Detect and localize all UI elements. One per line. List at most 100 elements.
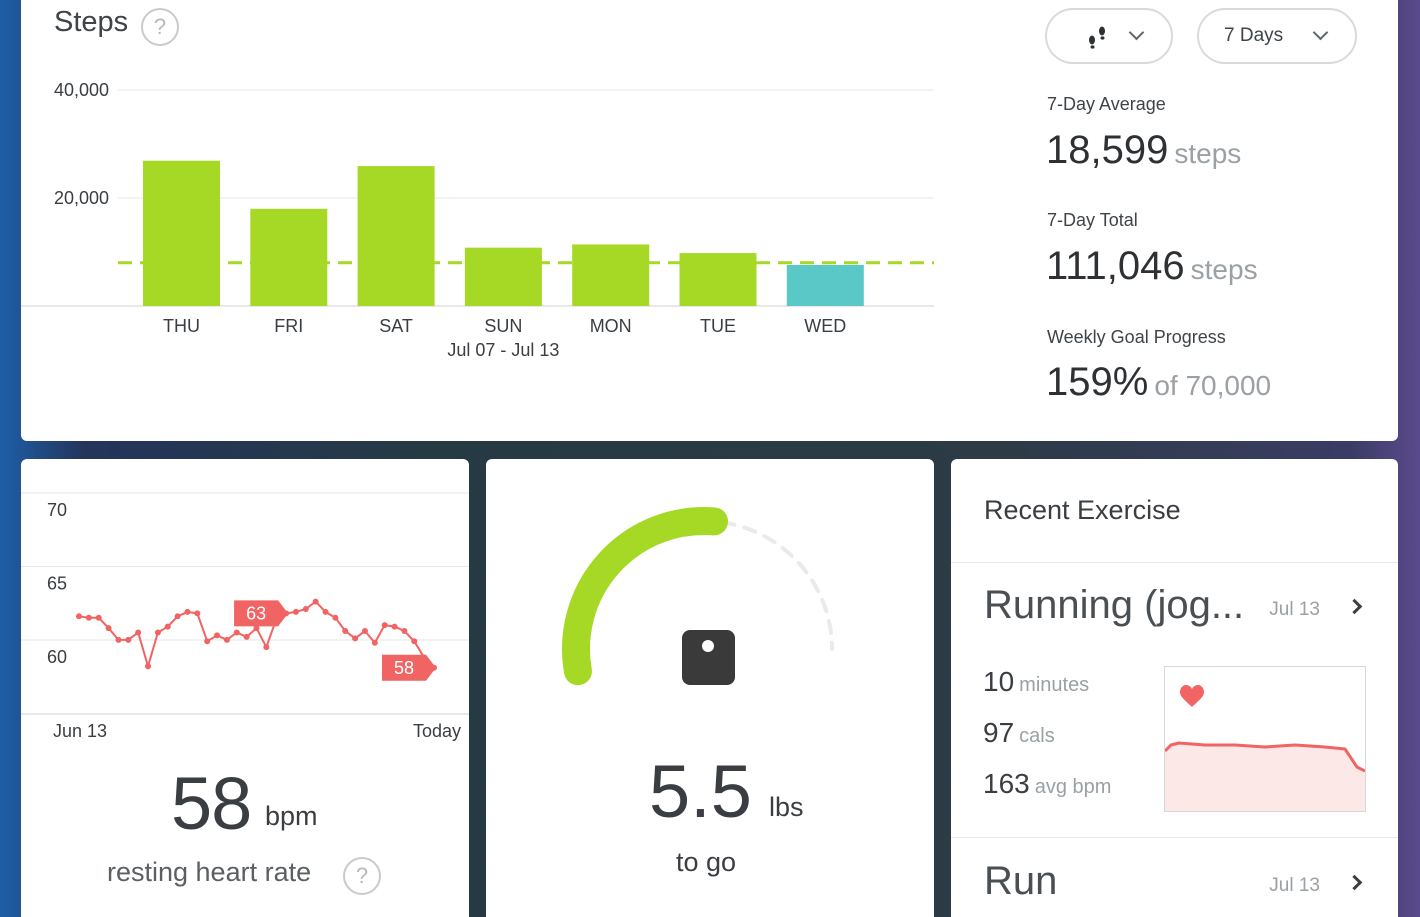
mini-chart-svg <box>1163 685 1366 811</box>
resting-heart-rate-card[interactable]: 70 65 60 63 58 Jun 13 Today 58 bpm resting hea… <box>21 459 469 917</box>
heart-rate-point <box>342 628 349 635</box>
heart-rate-point <box>154 629 161 636</box>
x-tick-label: SUN <box>484 316 522 336</box>
heart-rate-point <box>164 623 171 630</box>
average-number: 18,599 <box>1046 128 1169 172</box>
heart-rate-point <box>76 613 82 620</box>
recent-exercise-card: Recent Exercise Running (jog... Jul 13 1… <box>951 459 1398 917</box>
bar-thu <box>143 160 220 306</box>
goal-progress-label: Weekly Goal Progress <box>1047 327 1226 347</box>
average-unit: steps <box>1174 138 1242 169</box>
goal-progress-unit: of 70,000 <box>1154 370 1272 401</box>
avg-bpm-value: 163 <box>983 768 1030 799</box>
help-icon[interactable]: ? <box>141 8 179 46</box>
exercise-calories: 97 cals <box>983 717 1055 749</box>
goal-progress-value: 159% of 70,000 <box>1046 360 1271 405</box>
heart-rate-point <box>381 622 388 629</box>
callout-label: 58 <box>394 658 414 678</box>
heart-rate-point <box>194 610 201 617</box>
heart-rate-label: resting heart rate <box>107 857 312 887</box>
callout-label: 63 <box>246 603 266 623</box>
chevron-down-icon <box>1312 24 1329 41</box>
exercise-heart-rate-chart[interactable] <box>1163 666 1366 812</box>
total-number: 111,046 <box>1046 244 1185 288</box>
y-tick-label: 65 <box>47 574 67 594</box>
steps-title: Steps <box>54 6 129 38</box>
goal-progress-number: 159% <box>1046 360 1149 404</box>
heart-rate-point <box>361 628 368 635</box>
date-range-label: 7 Days <box>1224 25 1284 46</box>
x-tick-label: WED <box>804 316 846 336</box>
x-tick-label: SAT <box>379 316 413 336</box>
heart-rate-point <box>135 629 142 636</box>
weight-to-go-value: 5.5 <box>649 750 752 833</box>
y-tick-label: 60 <box>47 647 67 667</box>
heart-rate-point <box>223 636 230 643</box>
divider <box>951 562 1398 563</box>
duration-unit: minutes <box>1019 674 1090 696</box>
x-tick-label: TUE <box>700 316 736 336</box>
x-tick-label: FRI <box>274 316 303 336</box>
heart-rate-point <box>312 598 319 605</box>
bar-sat <box>357 166 435 306</box>
weight-unit: lbs <box>769 792 804 822</box>
total-unit: steps <box>1190 254 1258 285</box>
calories-value: 97 <box>983 717 1015 748</box>
heart-rate-point <box>391 623 398 630</box>
date-range-label: Jul 07 - Jul 13 <box>447 340 559 360</box>
duration-value: 10 <box>983 666 1015 697</box>
heart-rate-point <box>105 625 112 632</box>
chevron-right-icon[interactable] <box>1346 874 1363 891</box>
x-tick-label: Today <box>413 721 461 741</box>
heart-rate-point <box>95 614 102 621</box>
scale-icon <box>682 630 735 685</box>
heart-rate-point <box>302 605 309 612</box>
bar-mon <box>572 244 650 306</box>
divider <box>951 837 1398 838</box>
x-tick-label: THU <box>163 316 200 336</box>
heart-rate-point <box>332 614 339 621</box>
average-label: 7-Day Average <box>1047 94 1166 114</box>
heart-rate-point <box>352 635 359 642</box>
y-tick-label: 20,000 <box>54 188 109 208</box>
x-tick-label: Jun 13 <box>53 721 107 741</box>
heart-rate-point <box>85 614 92 621</box>
heart-rate-unit: bpm <box>265 801 318 831</box>
heart-rate-point <box>263 644 270 651</box>
exercise-duration: 10 minutes <box>983 666 1089 698</box>
exercise-name: Running (jog... <box>984 583 1245 627</box>
y-tick-label: 40,000 <box>54 80 109 100</box>
exercise-date: Jul 13 <box>1269 875 1320 896</box>
heart-rate-callout: 58 <box>382 654 436 681</box>
date-range-dropdown[interactable]: 7 Days <box>1197 8 1357 64</box>
mini-chart-area <box>1165 743 1365 811</box>
help-icon[interactable]: ? <box>343 857 381 895</box>
exercise-avg-bpm: 163 avg bpm <box>983 768 1111 800</box>
heart-rate-point <box>184 608 191 615</box>
heart-rate-point <box>401 628 408 635</box>
activity-type-dropdown[interactable] <box>1045 8 1173 64</box>
bar-fri <box>250 208 328 306</box>
chevron-down-icon <box>1128 24 1145 41</box>
calories-unit: cals <box>1019 725 1055 747</box>
weight-goal-card[interactable]: 5.5 lbs to go <box>486 459 934 917</box>
recent-exercise-title: Recent Exercise <box>984 495 1181 525</box>
heart-rate-point <box>371 639 378 646</box>
avg-bpm-unit: avg bpm <box>1034 776 1112 798</box>
heart-rate-point <box>174 613 181 620</box>
bar-sun <box>464 247 542 306</box>
x-tick-label: MON <box>590 316 632 336</box>
heart-rate-callout: 63 <box>234 600 289 627</box>
weight-to-go-label: to go <box>676 847 737 877</box>
chevron-right-icon[interactable] <box>1346 598 1363 615</box>
bar-wed <box>786 264 864 306</box>
heart-rate-line-chart: 70 65 60 63 58 Jun 13 Today <box>21 492 469 741</box>
steps-bar-chart: 40,000 20,000 THU FRI SAT SUN MON TUE WED Jul 07 … <box>21 80 934 360</box>
heart-rate-point <box>233 629 240 636</box>
heart-rate-point <box>125 636 132 643</box>
y-tick-label: 70 <box>47 500 67 520</box>
heart-icon <box>1180 685 1204 707</box>
steps-card: 40,000 20,000 THU FRI SAT SUN MON TUE WED Jul 07 … <box>21 0 1398 441</box>
total-label: 7-Day Total <box>1047 210 1138 230</box>
bar-tue <box>679 253 757 306</box>
